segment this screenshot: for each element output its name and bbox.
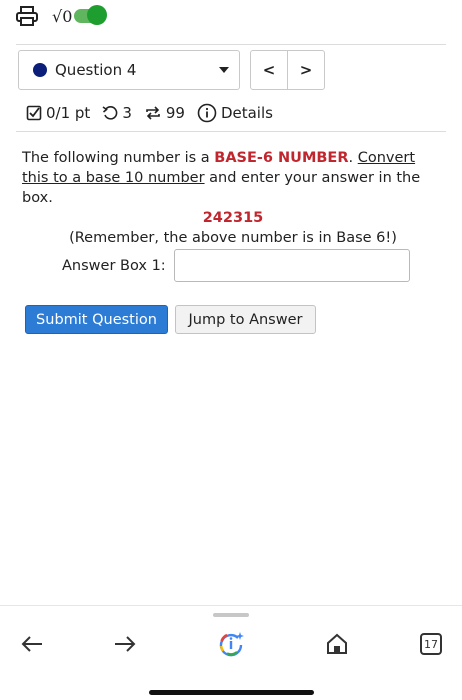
question-meta: 0/1 pt 3 99 Details (26, 101, 285, 125)
printer-icon[interactable] (16, 6, 38, 26)
points-item: 0/1 pt (26, 104, 90, 122)
base6-number: 242315 (202, 210, 264, 226)
status-dot (33, 63, 47, 77)
submit-question-button[interactable]: Submit Question (25, 305, 168, 334)
attempts-count: 99 (165, 104, 185, 122)
retries-item: 3 (102, 104, 132, 122)
home-indicator[interactable] (149, 690, 314, 695)
toolbar: √0 (16, 4, 108, 28)
tab-count: 17 (420, 633, 442, 655)
question-text: The following number is a BASE-6 NUMBER.… (22, 148, 444, 208)
divider (16, 131, 446, 132)
answer-label: Answer Box 1: (62, 257, 166, 274)
divider (16, 44, 446, 45)
question-pager: < > (250, 50, 325, 90)
google-assistant-icon[interactable] (217, 630, 245, 658)
prev-question-button[interactable]: < (251, 51, 287, 89)
math-toggle[interactable]: √0 (52, 5, 108, 26)
forward-arrow-icon[interactable] (111, 630, 139, 658)
question-text-part: The following number is a (22, 150, 215, 166)
details-link[interactable]: Details (197, 103, 273, 123)
retry-icon (102, 106, 118, 120)
toggle-knob (87, 5, 108, 25)
home-icon[interactable] (323, 630, 351, 658)
points-text: 0/1 pt (46, 104, 91, 122)
question-body: The following number is a BASE-6 NUMBER.… (22, 148, 444, 248)
question-text-part: . (348, 150, 358, 166)
drag-handle[interactable] (213, 613, 249, 617)
toggle-switch[interactable] (74, 5, 108, 25)
next-question-button[interactable]: > (287, 51, 324, 89)
tabs-button[interactable]: 17 (417, 630, 445, 658)
reminder-text: (Remember, the above number is in Base 6… (69, 230, 397, 246)
answer-input[interactable] (173, 249, 410, 282)
attempts-item: 99 (144, 104, 185, 122)
chevron-down-icon (219, 67, 229, 73)
jump-to-answer-button[interactable]: Jump to Answer (175, 305, 316, 334)
sqrt-icon: √0 (52, 6, 73, 26)
checkbox-icon (26, 105, 42, 121)
info-icon (197, 103, 217, 123)
details-label: Details (220, 104, 273, 122)
back-arrow-icon[interactable] (18, 630, 46, 658)
base-highlight: BASE-6 NUMBER (214, 150, 349, 166)
repeat-icon (146, 106, 160, 120)
retries-count: 3 (122, 104, 132, 122)
answer-row: Answer Box 1: (62, 249, 410, 282)
question-select-label: Question 4 (55, 61, 137, 79)
question-select[interactable]: Question 4 (18, 50, 240, 90)
